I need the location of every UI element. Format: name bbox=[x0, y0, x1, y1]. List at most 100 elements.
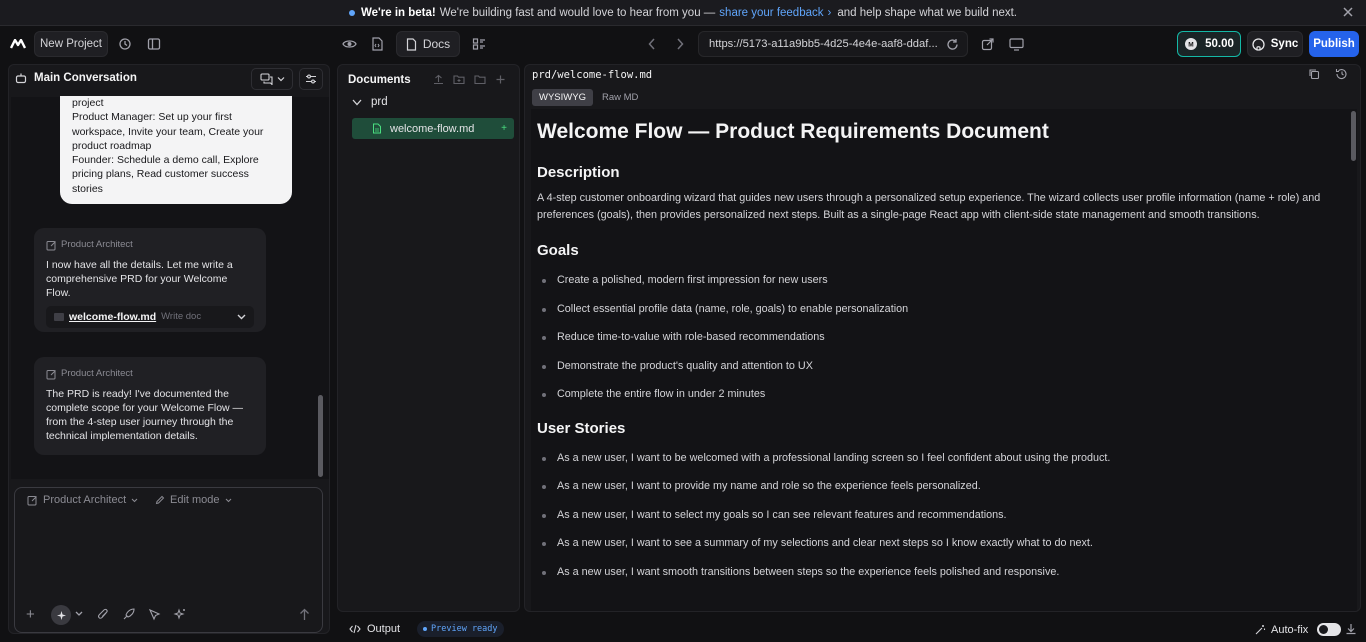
markdown-file-icon bbox=[54, 313, 64, 321]
code-file-icon[interactable] bbox=[366, 31, 388, 57]
url-text: https://5173-a11a9bb5-4d25-4e4e-aaf8-dda… bbox=[709, 38, 938, 50]
github-icon bbox=[1252, 37, 1265, 51]
back-arrow-icon[interactable] bbox=[642, 31, 662, 57]
chevron-down-icon bbox=[237, 314, 246, 320]
credits-button[interactable]: M 50.00 bbox=[1177, 31, 1241, 57]
project-name-button[interactable]: New Project bbox=[34, 31, 108, 57]
document-title: Welcome Flow — Product Requirements Docu… bbox=[537, 120, 1049, 143]
cursor-select-icon[interactable] bbox=[148, 608, 161, 621]
author-name: Product Architect bbox=[61, 239, 133, 250]
copy-icon[interactable] bbox=[1308, 68, 1320, 80]
autofix-switch[interactable] bbox=[1317, 623, 1342, 636]
forward-arrow-icon[interactable] bbox=[670, 31, 690, 57]
folder-prd[interactable]: prd bbox=[352, 96, 388, 108]
file-icon bbox=[373, 123, 381, 134]
edit-doc-icon bbox=[46, 240, 56, 250]
agent-label: Product Architect bbox=[43, 494, 127, 506]
user-stories-list: As a new user, I want to be welcomed wit… bbox=[537, 444, 1337, 587]
board-icon[interactable] bbox=[468, 31, 490, 57]
documents-panel: Documents prd welcome-flow.md + bbox=[337, 64, 520, 612]
edit-doc-icon bbox=[46, 369, 56, 379]
refresh-icon[interactable] bbox=[946, 38, 959, 51]
list-item: Create a polished, modern first impressi… bbox=[537, 266, 1337, 295]
code-icon bbox=[349, 624, 361, 634]
feedback-link[interactable]: share your feedback bbox=[719, 7, 823, 19]
message-author: Product Architect bbox=[46, 367, 254, 381]
list-item: As a new user, I want to provide my name… bbox=[537, 472, 1337, 501]
docs-label: Docs bbox=[422, 37, 451, 51]
banner-lead: We're in beta! bbox=[360, 6, 436, 19]
file-link[interactable]: welcome-flow.md bbox=[69, 310, 156, 324]
history-icon[interactable] bbox=[114, 31, 136, 57]
publish-button[interactable]: Publish bbox=[1309, 31, 1359, 57]
send-arrow-icon[interactable] bbox=[299, 608, 310, 621]
upload-icon[interactable] bbox=[433, 74, 444, 85]
chat-scrollbar[interactable] bbox=[318, 395, 323, 477]
logo-icon[interactable] bbox=[8, 31, 28, 57]
rocket-icon[interactable] bbox=[122, 608, 135, 621]
tab-wysiwyg[interactable]: WYSIWYG bbox=[532, 89, 593, 106]
chevron-down-icon[interactable] bbox=[75, 611, 83, 617]
bot-icon bbox=[15, 72, 27, 84]
monitor-icon[interactable] bbox=[1004, 31, 1028, 57]
user-message-bubble: project Product Manager: Set up your fir… bbox=[60, 96, 292, 204]
top-bar: New Project Docs https://5173-a11a9bb5-4… bbox=[0, 26, 1366, 62]
add-file-icon[interactable] bbox=[495, 74, 506, 85]
list-item: Collect essential profile data (name, ro… bbox=[537, 295, 1337, 324]
chevron-down-icon bbox=[131, 498, 138, 502]
magic-sparkles-icon[interactable] bbox=[173, 608, 186, 621]
chevron-down-icon bbox=[225, 498, 231, 502]
chevron-right-icon: › bbox=[827, 6, 832, 19]
preview-eye-icon[interactable] bbox=[338, 31, 360, 57]
credits-icon: M bbox=[1185, 38, 1198, 50]
prd-document[interactable]: Welcome Flow — Product Requirements Docu… bbox=[537, 112, 1337, 586]
autofix-toggle[interactable]: Auto-fix bbox=[1255, 623, 1342, 636]
open-external-icon[interactable] bbox=[976, 31, 998, 57]
list-item: As a new user, I want to select my goals… bbox=[537, 501, 1337, 530]
file-name: welcome-flow.md bbox=[390, 122, 475, 135]
folder-icon[interactable] bbox=[474, 74, 486, 85]
editor-scrollbar[interactable] bbox=[1351, 111, 1356, 161]
chats-icon bbox=[259, 73, 273, 85]
file-attachment[interactable]: welcome-flow.md Write doc bbox=[46, 306, 254, 328]
plus-icon[interactable]: + bbox=[26, 607, 35, 622]
new-folder-icon[interactable] bbox=[453, 74, 465, 85]
autofix-label: Auto-fix bbox=[1271, 623, 1309, 636]
download-icon[interactable] bbox=[1345, 623, 1357, 635]
list-item: As a new user, I want to see a summary o… bbox=[537, 529, 1337, 558]
conversation-header: Main Conversation bbox=[15, 72, 137, 84]
output-toggle[interactable]: Output bbox=[349, 623, 400, 635]
banner-text: We're building fast and would love to he… bbox=[439, 6, 716, 19]
version-history-icon[interactable] bbox=[1335, 68, 1348, 80]
list-item: Complete the entire flow in under 2 minu… bbox=[537, 380, 1337, 409]
paperclip-icon[interactable] bbox=[97, 608, 109, 621]
composer[interactable]: Product Architect Edit mode + bbox=[14, 487, 323, 633]
docs-button[interactable]: Docs bbox=[396, 31, 460, 57]
output-label: Output bbox=[367, 623, 401, 635]
section-paragraph: A 4-step customer onboarding wizard that… bbox=[537, 192, 1321, 221]
status-bar: Output Preview ready Auto-fix bbox=[337, 618, 1361, 640]
author-name: Product Architect bbox=[61, 368, 133, 379]
chevron-down-icon bbox=[352, 99, 362, 105]
magic-wand-icon bbox=[1255, 625, 1266, 635]
url-bar[interactable]: https://5173-a11a9bb5-4d25-4e4e-aaf8-dda… bbox=[698, 31, 968, 57]
close-icon[interactable] bbox=[1342, 6, 1354, 18]
sparkle-model-icon[interactable] bbox=[51, 605, 71, 625]
mode-label: Edit mode bbox=[170, 494, 220, 506]
status-dot-icon bbox=[423, 627, 427, 631]
file-item-welcome-flow[interactable]: welcome-flow.md + bbox=[352, 118, 514, 139]
list-item: As a new user, I want smooth transitions… bbox=[537, 558, 1337, 587]
sync-button[interactable]: Sync bbox=[1247, 31, 1303, 57]
preview-status-badge: Preview ready bbox=[417, 621, 504, 637]
sidebar-toggle-icon[interactable] bbox=[143, 31, 165, 57]
message-text: I now have all the details. Let me write… bbox=[46, 259, 233, 299]
tab-raw-md[interactable]: Raw MD bbox=[602, 89, 638, 106]
agent-selector[interactable]: Product Architect bbox=[27, 494, 138, 506]
beta-banner: We're in beta! We're building fast and w… bbox=[0, 0, 1366, 26]
assistant-message: Product Architect The PRD is ready! I've… bbox=[34, 357, 266, 455]
section-heading: User Stories bbox=[537, 419, 626, 437]
mode-selector[interactable]: Edit mode bbox=[155, 494, 232, 506]
settings-sliders-icon[interactable] bbox=[299, 68, 323, 90]
assistant-message: Product Architect I now have all the det… bbox=[34, 228, 266, 332]
conversation-switcher[interactable] bbox=[251, 68, 293, 90]
